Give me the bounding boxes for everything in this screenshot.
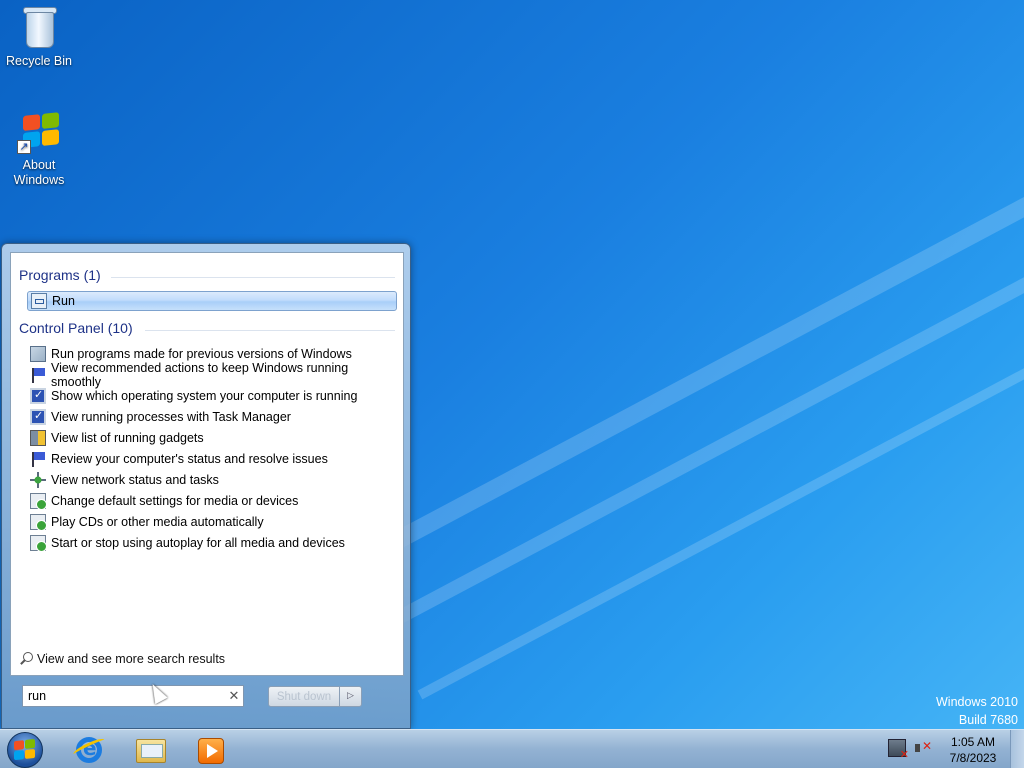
system-monitor-icon [30,409,46,425]
autoplay-icon [30,535,47,552]
search-icon [19,652,33,666]
taskbar: 1:05 AM 7/8/2023 [0,729,1024,768]
shutdown-button[interactable]: Shut down [268,686,340,707]
system-monitor-icon [30,388,46,404]
clock-time: 1:05 AM [950,735,996,749]
result-item[interactable]: Play CDs or other media automatically [27,512,397,532]
result-item-label: View list of running gadgets [51,431,204,445]
volume-muted-icon[interactable] [914,739,932,757]
run-icon [31,293,47,309]
result-item-label: Review your computer's status and resolv… [51,452,328,466]
watermark-line1: Windows 2010 [936,695,1018,709]
result-item-label: View recommended actions to keep Windows… [51,361,349,389]
windows-logo-icon [14,738,36,761]
network-icon [30,472,46,488]
result-item[interactable]: Start or stop using autoplay for all med… [27,533,397,553]
taskbar-clock[interactable]: 1:05 AM 7/8/2023 [940,734,1006,766]
result-item-label: Play CDs or other media automatically [51,515,264,529]
wallpaper-streak [395,155,1024,547]
action-center-flag-icon [30,451,46,467]
desktop-icon-label: About Windows [13,158,65,187]
desktop-icon-recycle-bin[interactable]: Recycle Bin [1,6,77,69]
start-button[interactable] [7,732,43,768]
gadgets-icon [30,430,46,446]
result-item[interactable]: View recommended actions to keep Windows… [27,361,397,389]
result-item-label: View running processes with Task Manager [51,410,291,424]
start-menu: Programs (1) Run Control Panel (10) Run … [1,243,411,729]
action-center-flag-icon [30,367,46,383]
see-more-results-link[interactable]: View and see more search results [19,652,225,666]
taskbar-button-internet-explorer[interactable] [71,733,107,767]
result-item[interactable]: View network status and tasks [27,470,397,490]
shutdown-group: Shut down ▷ [268,686,362,707]
result-item-label: Run programs made for previous versions … [51,347,352,361]
show-desktop-button[interactable] [1010,730,1024,768]
clock-date: 7/8/2023 [949,751,997,765]
taskbar-button-windows-explorer[interactable] [134,733,168,767]
result-item[interactable]: View running processes with Task Manager [27,407,397,427]
result-item[interactable]: Review your computer's status and resolv… [27,449,397,469]
search-results-pane: Programs (1) Run Control Panel (10) Run … [10,252,404,676]
result-item-label: Show which operating system your compute… [51,389,358,403]
taskbar-button-media-player[interactable] [194,733,228,767]
result-item-label: Run [52,294,75,308]
start-search-box[interactable]: ✕ [22,685,244,707]
group-divider [145,330,395,331]
desktop-icon-label: Recycle Bin [6,54,72,68]
windows-logo-icon: ↗ [17,110,61,154]
result-item-label: Change default settings for media or dev… [51,494,299,508]
media-player-icon [198,738,224,764]
result-item[interactable]: View list of running gadgets [27,428,397,448]
see-more-results-label: View and see more search results [37,652,226,666]
group-title-programs: Programs (1) [19,267,101,283]
group-divider [111,277,395,278]
autoplay-icon [30,514,47,531]
result-item-label: View network status and tasks [51,473,219,487]
clear-search-icon[interactable]: ✕ [225,689,243,704]
recycle-bin-icon [17,6,61,50]
result-item-label: Start or stop using autoplay for all med… [51,536,345,550]
desktop-icon-about-windows[interactable]: ↗ About Windows [1,110,77,188]
result-item[interactable]: Show which operating system your compute… [27,386,397,406]
group-title-control-panel: Control Panel (10) [19,320,133,336]
autoplay-icon [30,493,47,510]
folder-icon [136,739,166,763]
search-input[interactable] [23,686,225,706]
result-item[interactable]: Change default settings for media or dev… [27,491,397,511]
network-disconnected-icon[interactable] [888,739,909,761]
watermark-line2: Build 7680 [958,713,1018,727]
compatibility-icon [30,346,46,362]
shutdown-options-arrow-icon[interactable]: ▷ [340,686,362,707]
build-watermark: Windows 2010 Build 7680 [936,693,1018,729]
notification-area [888,739,932,761]
shortcut-arrow-icon: ↗ [17,140,31,154]
result-item-run[interactable]: Run [27,291,397,311]
